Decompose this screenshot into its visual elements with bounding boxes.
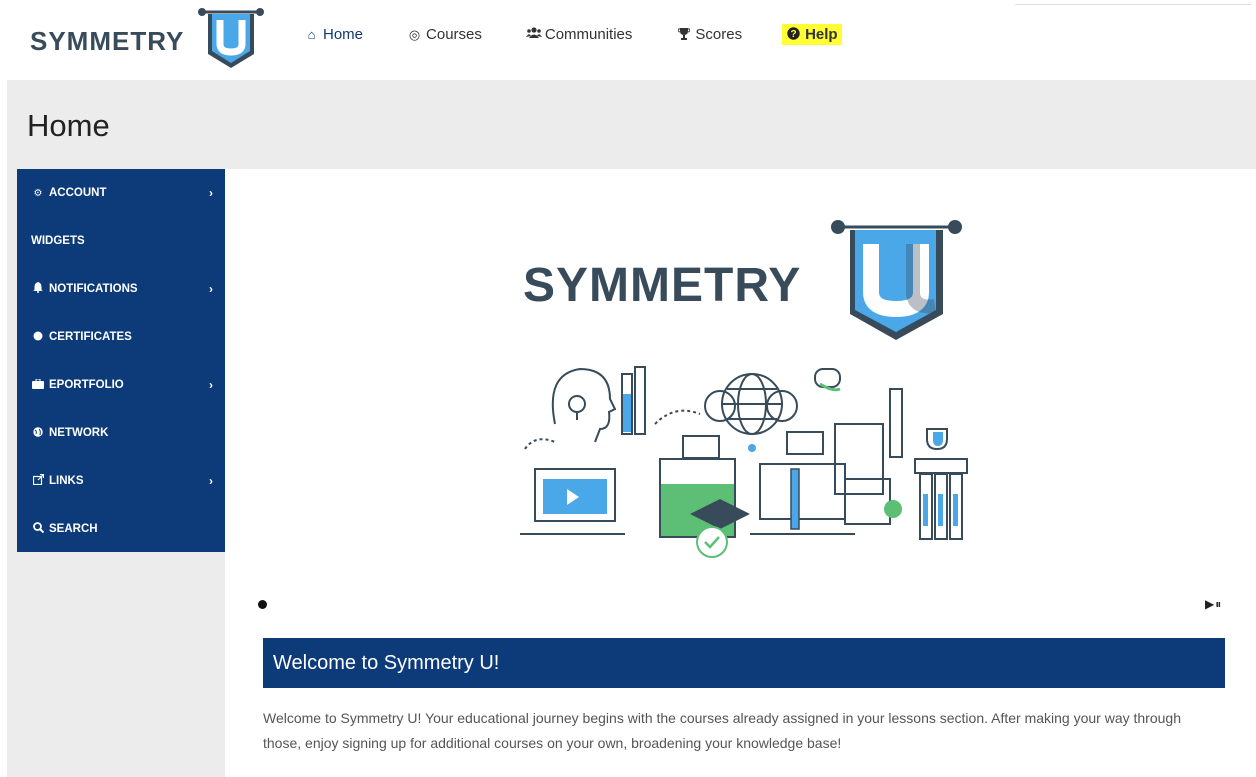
sidebar-item-label: CERTIFICATES <box>49 331 132 343</box>
home-icon: ⌂ <box>307 26 316 42</box>
sidebar-item-label: EPORTFOLIO <box>49 379 124 391</box>
sidebar-item-label: SEARCH <box>49 523 98 535</box>
sidebar-item-label: NETWORK <box>49 427 109 439</box>
trophy-icon <box>676 27 691 42</box>
sidebar-item-widgets[interactable]: WIDGETS <box>17 217 225 265</box>
question-circle-icon: ? <box>786 26 801 42</box>
external-link-icon <box>31 473 45 488</box>
chevron-right-icon: › <box>209 282 213 296</box>
nav-communities[interactable]: Communities <box>522 24 637 45</box>
nav-courses-label: Courses <box>426 25 482 43</box>
sidebar-item-account[interactable]: ⚙ ACCOUNT › <box>17 169 225 217</box>
sidebar-item-label: WIDGETS <box>31 235 85 247</box>
nav-courses[interactable]: ◎ Courses <box>403 24 486 45</box>
sidebar-menu: ⚙ ACCOUNT › WIDGETS NOTIFICATIONS › CERT… <box>17 169 225 552</box>
chevron-right-icon: › <box>209 474 213 488</box>
svg-text:?: ? <box>791 29 797 40</box>
hero-carousel: SYMMETRY <box>225 169 1256 599</box>
bell-icon <box>31 282 45 296</box>
welcome-heading-bar: Welcome to Symmetry U! <box>263 638 1225 688</box>
sidebar-item-links[interactable]: LINKS › <box>17 457 225 505</box>
logo-shield-icon <box>198 8 264 68</box>
sidebar-item-eportfolio[interactable]: EPORTFOLIO › <box>17 361 225 409</box>
search-icon <box>31 522 45 536</box>
nav-communities-label: Communities <box>544 25 633 43</box>
welcome-text: Welcome to Symmetry U! Your educational … <box>263 710 1181 751</box>
sidebar-item-network[interactable]: NETWORK <box>17 409 225 457</box>
sidebar-item-label: ACCOUNT <box>49 187 107 199</box>
nav-scores[interactable]: Scores <box>672 24 746 45</box>
sidebar-item-label: LINKS <box>49 475 84 487</box>
top-header: SYMMETRY ⌂ Home ◎ Courses Communities Sc… <box>0 0 1256 80</box>
nav-home[interactable]: ⌂ Home <box>300 24 367 45</box>
symmetry-u-logo[interactable]: SYMMETRY <box>30 6 270 72</box>
users-icon <box>525 27 542 41</box>
carousel-play-pause-control[interactable]: ▶⏸ <box>1205 597 1222 612</box>
page-title: Home <box>27 108 110 143</box>
sidebar-item-label: NOTIFICATIONS <box>49 283 138 295</box>
cogs-icon: ⚙ <box>33 187 43 199</box>
nav-scores-label: Scores <box>695 25 743 43</box>
nav-help-label: Help <box>805 25 838 43</box>
chevron-right-icon: › <box>209 378 213 392</box>
welcome-title: Welcome to Symmetry U! <box>273 652 500 674</box>
sidebar-item-search[interactable]: SEARCH <box>17 505 225 553</box>
svg-text:SYMMETRY: SYMMETRY <box>523 259 801 312</box>
briefcase-icon <box>31 378 45 392</box>
main-nav: ⌂ Home ◎ Courses Communities Scores ? He… <box>300 20 878 48</box>
compass-icon: ◎ <box>408 26 421 42</box>
certificate-icon <box>31 331 45 344</box>
nav-help[interactable]: ? Help <box>782 23 842 45</box>
nav-home-label: Home <box>323 25 364 43</box>
logo-wordmark: SYMMETRY <box>30 26 185 56</box>
page-title-band: Home <box>7 80 1256 169</box>
carousel-indicator-dot[interactable] <box>258 600 267 609</box>
header-divider <box>1015 4 1251 5</box>
sidebar-item-certificates[interactable]: CERTIFICATES <box>17 313 225 361</box>
symmetry-u-hero-illustration: SYMMETRY <box>520 220 968 558</box>
sidebar-item-notifications[interactable]: NOTIFICATIONS › <box>17 265 225 313</box>
chevron-right-icon: › <box>209 186 213 200</box>
globe-icon <box>31 426 45 440</box>
